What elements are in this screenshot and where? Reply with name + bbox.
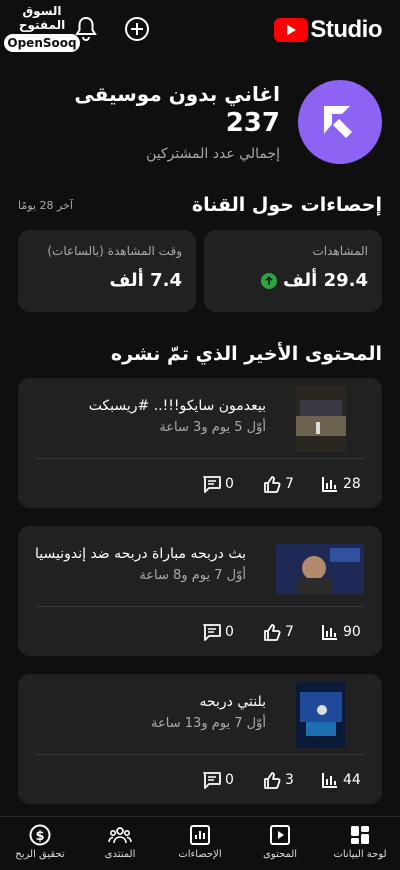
video-card[interactable]: بلنتي دربحه أوّل 7 يوم و13 ساعة 44 3 0 (18, 674, 382, 804)
views-stat: 28 (320, 474, 361, 494)
watch-time-value: 7.4 ألف (109, 270, 182, 291)
stats-title: إحصاءات حول القناة (191, 194, 382, 216)
thumbs-up-icon (264, 624, 281, 641)
bar-chart-icon (322, 773, 337, 788)
comments-stat: 0 (202, 770, 234, 790)
video-published: أوّل 7 يوم و8 ساعة (139, 568, 246, 583)
comment-icon (203, 624, 221, 641)
views-value-row: 29.4 ألف (218, 270, 368, 291)
views-value: 29.4 ألف (282, 270, 368, 291)
video-thumbnail (296, 386, 346, 452)
logo-text: Studio (310, 16, 382, 43)
nav-community[interactable]: المنتدى (80, 823, 160, 860)
likes-count: 3 (285, 772, 294, 788)
community-icon (108, 827, 132, 844)
video-published: أوّل 5 يوم و3 ساعة (159, 420, 266, 435)
top-bar: السوق المفتوح OpenSooq Studio (0, 0, 400, 60)
plus-circle-icon (125, 17, 149, 41)
bar-chart-icon (322, 625, 337, 640)
video-thumbnail (296, 682, 346, 748)
video-card[interactable]: بيعدمون سايكو!!!.. #ريسبكت أوّل 5 يوم و3… (18, 378, 382, 508)
views-count: 44 (343, 772, 361, 788)
watermark-brand: OpenSooq (4, 34, 80, 52)
nav-label: المنتدى (104, 849, 136, 860)
likes-stat: 7 (262, 474, 294, 494)
views-stat: 90 (320, 622, 361, 642)
comments-count: 0 (225, 476, 234, 492)
divider (36, 458, 364, 459)
studio-logo[interactable]: Studio (274, 16, 382, 44)
stats-period: آخر 28 يومًا (18, 199, 73, 212)
watch-time-card[interactable]: وقت المشاهدة (بالساعات) 7.4 ألف (18, 230, 196, 312)
video-stats: 28 7 0 (18, 474, 382, 498)
subscriber-label: إجمالي عدد المشتركين (146, 146, 280, 162)
analytics-icon (190, 825, 210, 845)
trend-up-icon (260, 272, 277, 289)
views-card[interactable]: المشاهدات 29.4 ألف (204, 230, 382, 312)
views-stat: 44 (320, 770, 361, 790)
video-stats: 44 3 0 (18, 770, 382, 794)
watermark-arabic: السوق المفتوح (18, 4, 66, 32)
video-published: أوّل 7 يوم و13 ساعة (151, 716, 266, 731)
content-icon (270, 825, 290, 845)
bar-chart-icon (322, 477, 337, 492)
comment-icon (203, 772, 221, 789)
views-count: 90 (343, 624, 361, 640)
earn-icon: $ (29, 824, 51, 846)
thumbs-up-icon (264, 476, 281, 493)
comment-icon (203, 476, 221, 493)
divider (36, 754, 364, 755)
likes-stat: 3 (262, 770, 294, 790)
watch-time-label: وقت المشاهدة (بالساعات) (47, 244, 182, 258)
divider (36, 606, 364, 607)
channel-name: اغاني بدون موسيقى (74, 82, 280, 106)
nav-label: لوحة البيانات (333, 849, 387, 860)
likes-count: 7 (285, 624, 294, 640)
dashboard-icon (351, 826, 369, 844)
comments-stat: 0 (202, 622, 234, 642)
comments-count: 0 (225, 624, 234, 640)
video-thumbnail (276, 544, 364, 594)
watermark: السوق المفتوح OpenSooq (4, 4, 80, 52)
thumbs-up-icon (264, 772, 281, 789)
svg-text:$: $ (35, 829, 44, 844)
views-count: 28 (343, 476, 361, 492)
nav-dashboard[interactable]: لوحة البيانات (320, 823, 400, 860)
comments-stat: 0 (202, 474, 234, 494)
nav-content[interactable]: المحتوى (240, 823, 320, 860)
youtube-play-icon (274, 18, 309, 42)
video-stats: 90 7 0 (18, 622, 382, 646)
nav-label: تحقيق الربح (15, 849, 65, 860)
channel-logo-icon (324, 106, 352, 138)
nav-label: المحتوى (262, 849, 298, 860)
bottom-navigation: لوحة البيانات المحتوى الإحصاءات المنتدى … (0, 816, 400, 870)
views-label: المشاهدات (312, 244, 368, 258)
recent-title: المحتوى الأخير الذي تمّ نشره (110, 343, 382, 365)
bell-icon[interactable] (74, 16, 98, 42)
nav-earn[interactable]: $ تحقيق الربح (0, 823, 80, 860)
likes-stat: 7 (262, 622, 294, 642)
nav-analytics[interactable]: الإحصاءات (160, 823, 240, 860)
video-title: بلنتي دربحه (199, 694, 266, 710)
channel-avatar[interactable] (298, 80, 382, 164)
subscriber-count: 237 (225, 108, 280, 138)
comments-count: 0 (225, 772, 234, 788)
create-button[interactable] (124, 16, 150, 42)
video-card[interactable]: بث دربحه مباراة دربحه ضد إندونيسيا أوّل … (18, 526, 382, 656)
nav-label: الإحصاءات (178, 849, 222, 860)
video-title: بث دربحه مباراة دربحه ضد إندونيسيا (35, 546, 246, 562)
video-title: بيعدمون سايكو!!!.. #ريسبكت (88, 398, 266, 414)
likes-count: 7 (285, 476, 294, 492)
